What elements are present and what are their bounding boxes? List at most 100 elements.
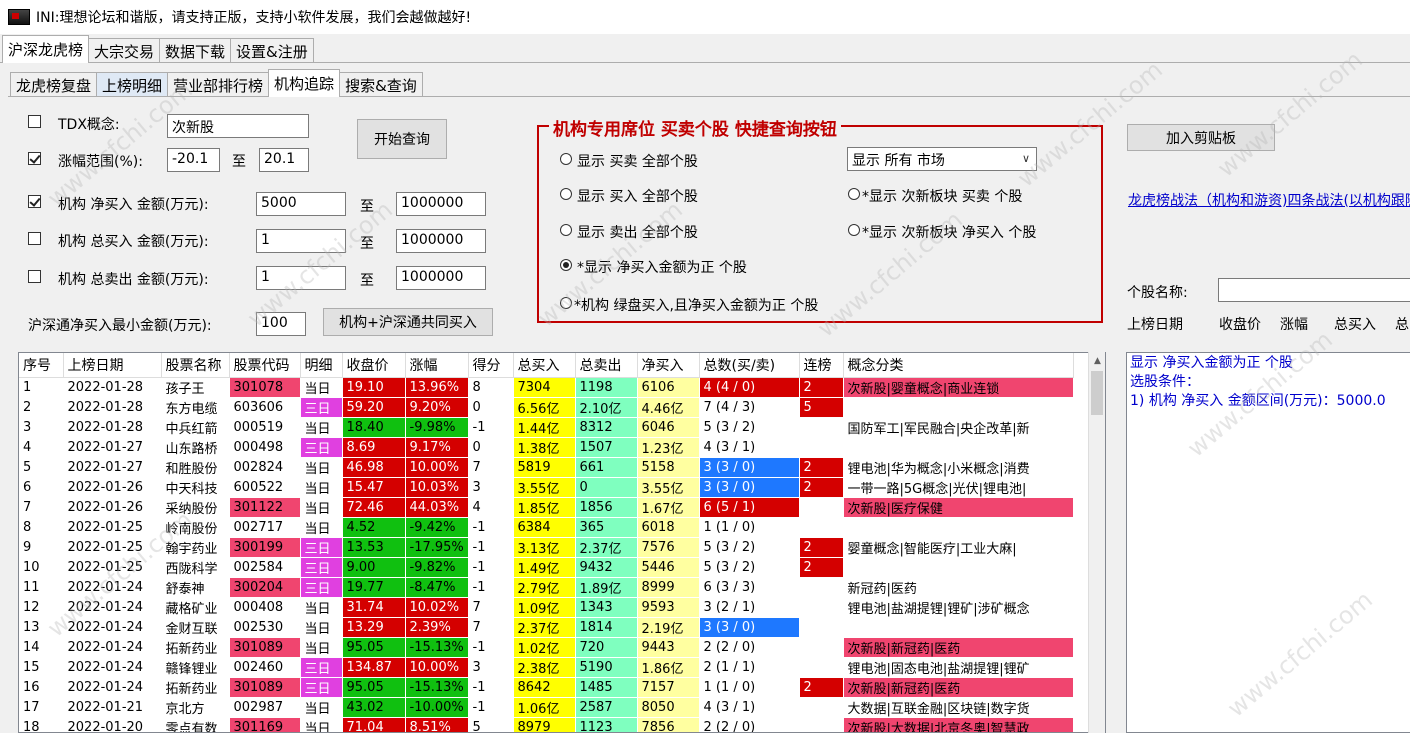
table-row[interactable]: 9 2022-01-25 翰宇药业 300199 三日 13.53 -17.95% -1 3.1… <box>19 537 1074 558</box>
table-cell <box>799 497 844 518</box>
radio-net-buy-positive[interactable] <box>560 259 572 271</box>
scroll-up-arrow-icon[interactable]: ▲ <box>1089 352 1106 369</box>
table-row[interactable]: 5 2022-01-27 和胜股份 002824 当日 46.98 10.00% 7 5819 6… <box>19 457 1074 478</box>
net-buy-to-label: 至 <box>360 199 374 215</box>
table-row[interactable]: 16 2022-01-24 拓新药业 301089 三日 95.05 -15.13% -1 86… <box>19 677 1074 698</box>
column-header[interactable]: 涨幅 <box>405 353 469 378</box>
total-buy-to-input[interactable]: 1000000 <box>396 229 486 253</box>
range-to-input[interactable]: 20.1 <box>259 148 309 172</box>
table-row[interactable]: 10 2022-01-25 西陇科学 002584 三日 9.00 -9.82% -1 1.49… <box>19 557 1074 578</box>
table-row[interactable]: 8 2022-01-25 岭南股份 002717 当日 4.52 -9.42% -1 6384 3… <box>19 517 1074 538</box>
strategy-link[interactable]: 龙虎榜战法（机构和游资)四条战法(以机构跟随者) <box>1128 190 1410 210</box>
tab-lhb[interactable]: 沪深龙虎榜 <box>2 35 90 63</box>
table-cell: 2022-01-28 <box>63 417 162 438</box>
total-sell-label: 机构 总卖出 金额(万元): <box>58 272 209 288</box>
radio-green-buy-label[interactable]: *机构 绿盘买入,且净买入金额为正 个股 <box>574 295 818 315</box>
add-clipboard-button[interactable]: 加入剪贴板 <box>1127 124 1275 151</box>
radio-green-buy[interactable] <box>560 297 572 309</box>
total-sell-to-input[interactable]: 1000000 <box>396 266 486 290</box>
radio-all-trades-label[interactable]: 显示 买卖 全部个股 <box>577 151 698 171</box>
column-header[interactable]: 得分 <box>468 353 514 378</box>
radio-all-buys-label[interactable]: 显示 买入 全部个股 <box>577 186 698 206</box>
total-buy-label: 机构 总买入 金额(万元): <box>58 234 209 250</box>
column-header[interactable]: 总买入 <box>513 353 576 378</box>
table-cell: 舒泰神 <box>161 577 230 598</box>
radio-subnew-net-buy[interactable] <box>848 224 860 236</box>
radio-subnew-trades-label[interactable]: *显示 次新板块 买卖 个股 <box>862 186 1022 206</box>
net-buy-from-input[interactable]: 5000 <box>256 192 346 216</box>
tab-search[interactable]: 搜索&查询 <box>339 72 423 97</box>
table-row[interactable]: 6 2022-01-26 中天科技 600522 当日 15.47 10.03% 3 3.55亿… <box>19 477 1074 498</box>
column-header[interactable]: 概念分类 <box>843 353 1074 378</box>
sub-tab-divider <box>8 96 1410 97</box>
table-cell: 13.53 <box>342 537 406 558</box>
radio-subnew-trades[interactable] <box>848 188 860 200</box>
joint-buy-button[interactable]: 机构+沪深通共同买入 <box>323 308 493 336</box>
total-sell-checkbox[interactable] <box>28 270 41 283</box>
tab-review[interactable]: 龙虎榜复盘 <box>10 72 98 97</box>
column-header[interactable]: 连榜 <box>799 353 844 378</box>
table-row[interactable]: 13 2022-01-24 金财互联 002530 当日 13.29 2.39% 7 2.37亿… <box>19 617 1074 638</box>
tab-block-trade[interactable]: 大宗交易 <box>88 38 161 63</box>
table-row[interactable]: 4 2022-01-27 山东路桥 000498 三日 8.69 9.17% 0 1.38亿 15… <box>19 437 1074 458</box>
stock-name-input[interactable] <box>1218 278 1410 302</box>
radio-all-buys[interactable] <box>560 188 572 200</box>
table-row[interactable]: 7 2022-01-26 采纳股份 301122 当日 72.46 44.03% 4 1.85亿… <box>19 497 1074 518</box>
table-cell: 1.23亿 <box>637 437 700 458</box>
table-cell: 2022-01-24 <box>63 677 162 698</box>
radio-all-sells-label[interactable]: 显示 卖出 全部个股 <box>577 222 698 242</box>
tdx-checkbox[interactable] <box>28 115 41 128</box>
total-sell-from-input[interactable]: 1 <box>256 266 346 290</box>
table-cell: 9593 <box>637 597 700 618</box>
radio-net-buy-positive-label[interactable]: *显示 净买入金额为正 个股 <box>577 257 747 277</box>
column-header[interactable]: 股票代码 <box>229 353 301 378</box>
column-header[interactable]: 明细 <box>300 353 343 378</box>
tab-settings[interactable]: 设置&注册 <box>230 38 314 63</box>
net-buy-to-input[interactable]: 1000000 <box>396 192 486 216</box>
tab-detail[interactable]: 上榜明细 <box>96 72 169 97</box>
column-header[interactable]: 收盘价 <box>342 353 406 378</box>
results-table[interactable]: 序号 上榜日期 股票名称 股票代码 明细 收盘价 涨幅 得分 总买入 总卖出 净买入 总数(买/卖) 连… <box>18 352 1106 733</box>
range-from-input[interactable]: -20.1 <box>167 148 220 172</box>
column-header[interactable]: 股票名称 <box>161 353 230 378</box>
table-row[interactable]: 3 2022-01-28 中兵红箭 000519 当日 18.40 -9.98% -1 1.44… <box>19 417 1074 438</box>
table-row[interactable]: 11 2022-01-24 舒泰神 300204 三日 19.77 -8.47% -1 2.79… <box>19 577 1074 598</box>
column-header[interactable]: 净买入 <box>637 353 700 378</box>
table-row[interactable]: 1 2022-01-28 孩子王 301078 当日 19.10 13.96% 8 7304 11… <box>19 377 1074 398</box>
column-header[interactable]: 上榜日期 <box>63 353 162 378</box>
total-buy-to-label: 至 <box>360 236 374 252</box>
table-row[interactable]: 12 2022-01-24 藏格矿业 000408 当日 31.74 10.02% 7 1.09… <box>19 597 1074 618</box>
watermark: www.cfchi.com <box>1212 45 1368 183</box>
table-cell: 三日 <box>300 397 343 418</box>
table-row[interactable]: 18 2022-01-20 零点有数 301169 当日 71.04 8.51% 5 8979 1… <box>19 717 1074 732</box>
start-query-button[interactable]: 开始查询 <box>357 119 447 159</box>
scroll-thumb[interactable] <box>1091 371 1103 415</box>
net-buy-checkbox[interactable] <box>28 195 41 208</box>
table-cell: 次新股|新冠药|医药 <box>843 677 1074 698</box>
column-header[interactable]: 总卖出 <box>575 353 638 378</box>
radio-subnew-net-buy-label[interactable]: *显示 次新板块 净买入 个股 <box>862 222 1036 242</box>
column-header[interactable]: 总数(买/卖) <box>699 353 800 378</box>
range-checkbox[interactable] <box>28 152 41 165</box>
radio-all-trades[interactable] <box>560 153 572 165</box>
tab-branch-rank[interactable]: 营业部排行榜 <box>167 72 270 97</box>
tdx-concept-input[interactable]: 次新股 <box>167 114 309 138</box>
tab-institution-track[interactable]: 机构追踪 <box>268 69 341 97</box>
hsgt-min-input[interactable]: 100 <box>256 312 306 336</box>
column-header[interactable]: 序号 <box>19 353 64 378</box>
radio-all-sells[interactable] <box>560 224 572 236</box>
table-row[interactable]: 14 2022-01-24 拓新药业 301089 当日 95.05 -15.13% -1 1.… <box>19 637 1074 658</box>
table-cell: 金财互联 <box>161 617 230 638</box>
table-row[interactable]: 17 2022-01-21 京北方 002987 当日 43.02 -10.00% -1 1.0… <box>19 697 1074 718</box>
table-cell: 301089 <box>229 677 301 698</box>
tab-data-download[interactable]: 数据下载 <box>159 38 232 63</box>
table-cell: -8.47% <box>405 577 469 598</box>
table-cell: -1 <box>468 537 514 558</box>
table-row[interactable]: 2 2022-01-28 东方电缆 603606 三日 59.20 9.20% 0 6.56亿 2… <box>19 397 1074 418</box>
table-scrollbar[interactable]: ▲ <box>1088 352 1105 733</box>
market-select[interactable]: 显示 所有 市场 ∨ <box>847 147 1037 171</box>
total-buy-checkbox[interactable] <box>28 232 41 245</box>
table-row[interactable]: 15 2022-01-24 赣锋锂业 002460 三日 134.87 10.00% 3 2.3… <box>19 657 1074 678</box>
total-buy-from-input[interactable]: 1 <box>256 229 346 253</box>
table-cell: 7 <box>468 597 514 618</box>
